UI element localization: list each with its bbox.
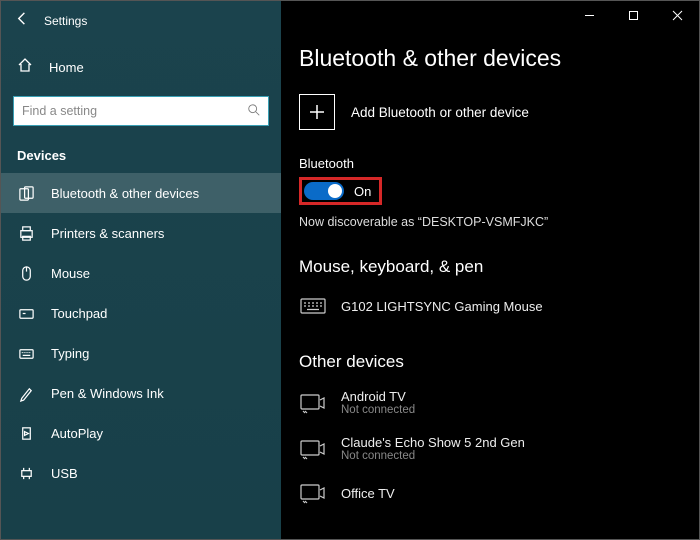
sidebar-item-icon (17, 224, 35, 242)
sidebar-item-label: Typing (51, 346, 89, 361)
sidebar-item-1[interactable]: Printers & scanners (1, 213, 281, 253)
sidebar: Settings Home Devices Bluetooth & other … (1, 1, 281, 539)
bluetooth-toggle-highlight: On (299, 177, 382, 205)
home-nav[interactable]: Home (1, 47, 281, 88)
back-arrow-icon (15, 11, 30, 31)
close-button[interactable] (655, 1, 699, 29)
keyboard-icon (299, 294, 327, 318)
sidebar-item-label: AutoPlay (51, 426, 103, 441)
sidebar-item-label: Touchpad (51, 306, 107, 321)
window-controls (567, 1, 699, 29)
content: Bluetooth & other devices Add Bluetooth … (281, 1, 699, 519)
maximize-button[interactable] (611, 1, 655, 29)
sidebar-item-label: Pen & Windows Ink (51, 386, 164, 401)
device-row-other-1[interactable]: Claude's Echo Show 5 2nd GenNot connecte… (299, 430, 681, 476)
other-devices-list: Android TVNot connectedClaude's Echo Sho… (299, 384, 681, 519)
sidebar-item-icon (17, 384, 35, 402)
sidebar-section-label: Devices (1, 134, 281, 173)
plus-icon (299, 94, 335, 130)
device-row-mouse[interactable]: G102 LIGHTSYNC Gaming Mouse (299, 289, 681, 332)
back-row[interactable]: Settings (1, 1, 281, 41)
sidebar-item-0[interactable]: Bluetooth & other devices (1, 173, 281, 213)
home-icon (17, 57, 33, 78)
minimize-button[interactable] (567, 1, 611, 29)
device-name: Office TV (341, 486, 395, 501)
search-icon (247, 103, 261, 117)
device-row-other-2[interactable]: Office TV (299, 476, 681, 519)
media-device-icon (299, 481, 327, 505)
sidebar-item-4[interactable]: Typing (1, 333, 281, 373)
search-wrap (13, 96, 269, 126)
device-status: Not connected (341, 450, 525, 462)
sidebar-item-label: Printers & scanners (51, 226, 164, 241)
media-device-icon (299, 391, 327, 415)
add-device-button[interactable]: Add Bluetooth or other device (299, 94, 681, 130)
bluetooth-label: Bluetooth (299, 156, 681, 171)
bluetooth-state: On (354, 184, 371, 199)
device-row-other-0[interactable]: Android TVNot connected (299, 384, 681, 430)
page-title: Bluetooth & other devices (299, 45, 681, 72)
sidebar-item-label: Mouse (51, 266, 90, 281)
sidebar-item-icon (17, 264, 35, 282)
section-other-heading: Other devices (299, 352, 681, 372)
sidebar-item-label: USB (51, 466, 78, 481)
sidebar-item-3[interactable]: Touchpad (1, 293, 281, 333)
bluetooth-toggle[interactable] (304, 182, 344, 200)
main-panel: Bluetooth & other devices Add Bluetooth … (281, 1, 699, 539)
sidebar-item-icon (17, 304, 35, 322)
sidebar-item-icon (17, 184, 35, 202)
device-name: Claude's Echo Show 5 2nd Gen (341, 435, 525, 450)
section-mouse-heading: Mouse, keyboard, & pen (299, 257, 681, 277)
discoverable-text: Now discoverable as “DESKTOP-VSMFJKC” (299, 215, 681, 229)
sidebar-item-icon (17, 344, 35, 362)
device-name: G102 LIGHTSYNC Gaming Mouse (341, 299, 543, 314)
settings-title: Settings (44, 14, 87, 28)
sidebar-items: Bluetooth & other devices Printers & scan… (1, 173, 281, 493)
device-name: Android TV (341, 389, 415, 404)
sidebar-item-5[interactable]: Pen & Windows Ink (1, 373, 281, 413)
sidebar-item-6[interactable]: AutoPlay (1, 413, 281, 453)
device-status: Not connected (341, 404, 415, 416)
sidebar-item-2[interactable]: Mouse (1, 253, 281, 293)
sidebar-item-icon (17, 464, 35, 482)
sidebar-item-7[interactable]: USB (1, 453, 281, 493)
sidebar-item-icon (17, 424, 35, 442)
add-device-label: Add Bluetooth or other device (351, 105, 529, 120)
media-device-icon (299, 437, 327, 461)
home-label: Home (49, 60, 84, 75)
search-input[interactable] (13, 96, 269, 126)
sidebar-item-label: Bluetooth & other devices (51, 186, 199, 201)
